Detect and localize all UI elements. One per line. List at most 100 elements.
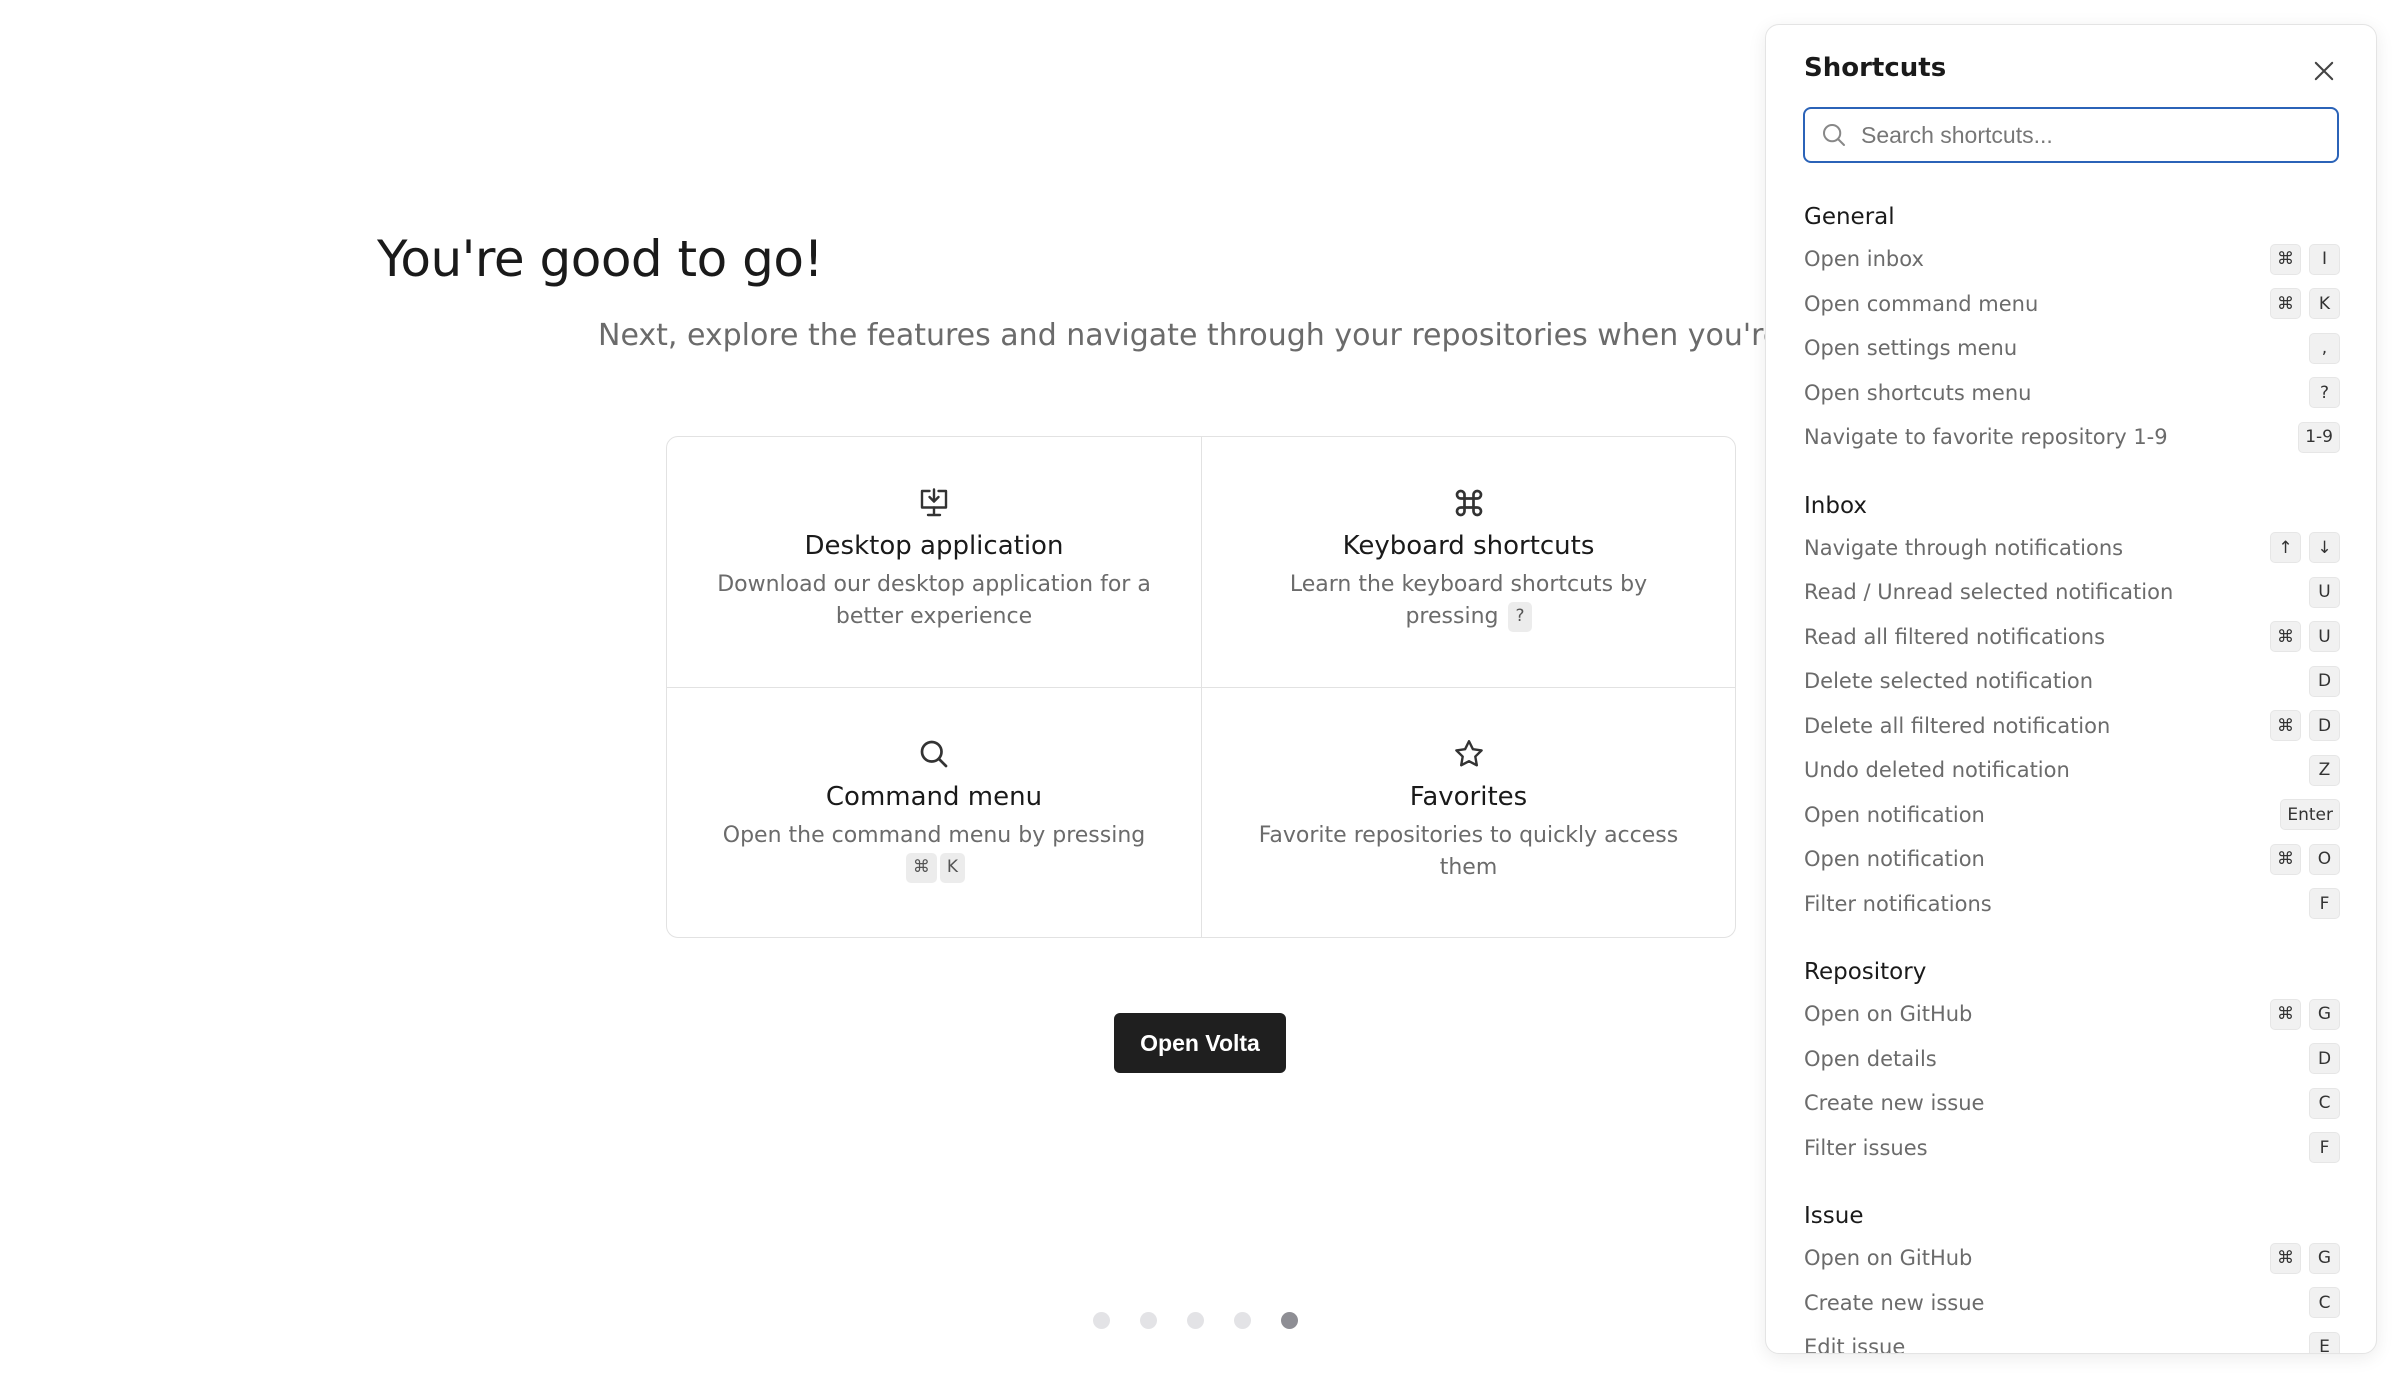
key-cap: ⌘ — [2270, 621, 2301, 653]
shortcut-label: Edit issue — [1804, 1335, 1906, 1354]
feature-card-desktop: Desktop application Download our desktop… — [667, 437, 1201, 687]
shortcut-group: Inbox Navigate through notifications ↑ ↓ Rea… — [1804, 486, 2340, 927]
feature-card-desc-text: Learn the keyboard shortcuts by pressing — [1289, 572, 1648, 629]
shortcut-row: Read all filtered notifications ⌘ U — [1804, 615, 2340, 660]
shortcut-group-title: Repository — [1804, 959, 1927, 985]
shortcut-row: Open on GitHub ⌘ G — [1804, 992, 2340, 1037]
search-icon — [1823, 124, 1845, 146]
kbd-k: K — [939, 853, 966, 883]
shortcut-label: Create new issue — [1804, 1091, 1985, 1116]
close-button[interactable] — [2310, 57, 2338, 85]
pagination-dot[interactable] — [1187, 1312, 1204, 1329]
page-subtitle: Next, explore the features and navigate … — [598, 318, 1768, 353]
key-cap: F — [2309, 888, 2340, 920]
pagination-dots — [1093, 1312, 1298, 1329]
feature-card-desc-text: Open the command menu by pressing — [722, 823, 1146, 848]
key-cap: , — [2309, 332, 2340, 364]
shortcut-row: Open settings menu, — [1804, 326, 2340, 371]
shortcut-keys: F — [2309, 1132, 2340, 1164]
feature-card-desc: Learn the keyboard shortcuts by pressing… — [1249, 569, 1689, 633]
key-cap: ↓ — [2309, 532, 2340, 564]
shortcut-label: Read / Unread selected notification — [1804, 580, 2174, 605]
key-cap: ⌘ — [2270, 243, 2301, 275]
shortcut-row: Create new issue C — [1804, 1081, 2340, 1126]
shortcut-keys: ⌘ I — [2270, 243, 2340, 275]
shortcut-keys: ⌘ K — [2270, 288, 2340, 320]
shortcut-label: Undo deleted notification — [1804, 758, 2070, 783]
search-icon — [916, 736, 952, 772]
feature-card-title: Favorites — [1409, 782, 1528, 812]
feature-card-desc: Open the command menu by pressing ⌘ K — [714, 820, 1154, 884]
shortcut-list: General Open inbox ⌘ I Open command menu ⌘ K Op… — [1804, 197, 2340, 1354]
shortcut-group: Repository Open on GitHub ⌘ G Open details D C… — [1804, 952, 2340, 1170]
shortcut-keys: ? — [2309, 377, 2340, 409]
shortcut-group: General Open inbox ⌘ I Open command menu ⌘ K Op… — [1804, 197, 2340, 460]
key-cap: U — [2309, 621, 2340, 653]
feature-card-desc: Favorite repositories to quickly access … — [1258, 823, 1679, 880]
shortcut-label: Delete selected notification — [1804, 669, 2094, 694]
shortcut-row: Create new issue C — [1804, 1281, 2340, 1326]
key-cap: Z — [2309, 754, 2340, 786]
shortcut-label: Open settings menu — [1804, 336, 2018, 361]
key-cap: C — [2309, 1087, 2340, 1119]
shortcut-keys: , — [2309, 332, 2340, 364]
key-cap: I — [2309, 243, 2340, 275]
pagination-dot[interactable] — [1234, 1312, 1251, 1329]
shortcut-row: Open details D — [1804, 1037, 2340, 1082]
open-volta-button[interactable]: Open Volta — [1114, 1013, 1286, 1073]
shortcut-keys: 1-9 — [2298, 421, 2340, 453]
key-cap: E — [2309, 1331, 2340, 1353]
key-cap: D — [2309, 1043, 2340, 1075]
feature-card-desc: Download our desktop application for a b… — [717, 572, 1151, 629]
key-cap: G — [2309, 1242, 2340, 1274]
shortcut-keys: E — [2309, 1331, 2340, 1353]
shortcut-group-title: Issue — [1804, 1203, 1864, 1229]
shortcut-label: Create new issue — [1804, 1290, 1985, 1315]
pagination-dot[interactable] — [1140, 1312, 1157, 1329]
key-cap: D — [2309, 665, 2340, 697]
feature-card-favorites: Favorites Favorite repositories to quick… — [1201, 687, 1735, 937]
shortcut-label: Open notification — [1804, 847, 1985, 872]
shortcut-row: Open on GitHub ⌘ G — [1804, 1236, 2340, 1281]
kbd-cmd: ⌘ — [905, 853, 937, 883]
shortcut-row: Navigate through notifications ↑ ↓ — [1804, 526, 2340, 571]
shortcut-row: Open notification Enter — [1804, 793, 2340, 838]
shortcut-label: Filter notifications — [1804, 891, 1992, 916]
shortcuts-panel: Shortcuts GeneralOpen inbox⌘IOpen comman… — [1765, 24, 2377, 1354]
shortcut-group-title: Inbox — [1804, 492, 1867, 519]
pagination-dot[interactable] — [1093, 1312, 1110, 1329]
pagination-dot-active[interactable] — [1281, 1312, 1298, 1329]
shortcut-group: Issue Open on GitHub ⌘ G Create new issue C Ed… — [1804, 1196, 2340, 1354]
shortcut-row: Open shortcuts menu? — [1804, 371, 2340, 416]
shortcut-row: Filter issues F — [1804, 1126, 2340, 1171]
shortcut-row: Undo deleted notification Z — [1804, 748, 2340, 793]
close-icon — [2314, 61, 2334, 81]
shortcut-keys: Enter — [2280, 799, 2340, 831]
shortcut-row: Filter notifications F — [1804, 882, 2340, 927]
shortcut-row: Read / Unread selected notification U — [1804, 570, 2340, 615]
shortcut-keys: D — [2309, 665, 2340, 697]
key-cap: Enter — [2280, 799, 2340, 831]
search-box[interactable] — [1803, 107, 2339, 163]
key-cap: O — [2309, 843, 2340, 875]
feature-card-command-menu: Command menu Open the command menu by pr… — [667, 687, 1201, 937]
shortcut-keys: F — [2309, 888, 2340, 920]
shortcut-label: Navigate to favorite repository 1-9 — [1804, 425, 2168, 450]
kbd-question: ? — [1508, 602, 1532, 632]
shortcut-row: Edit issue E — [1804, 1325, 2340, 1354]
feature-grid: Desktop application Download our desktop… — [666, 436, 1736, 938]
shortcut-label: Open on GitHub — [1804, 1002, 1973, 1027]
feature-card-shortcuts: Keyboard shortcuts Learn the keyboard sh… — [1201, 437, 1735, 687]
shortcut-keys: ⌘ O — [2270, 843, 2340, 875]
shortcut-label: Delete all filtered notification — [1804, 713, 2111, 738]
key-cap: ? — [2309, 377, 2340, 409]
shortcut-label: Open shortcuts menu — [1804, 380, 2032, 405]
panel-title: Shortcuts — [1804, 53, 1947, 83]
shortcut-label: Open details — [1804, 1046, 1937, 1071]
key-cap: D — [2309, 710, 2340, 742]
shortcut-keys: D — [2309, 1043, 2340, 1075]
search-input[interactable] — [1861, 121, 2321, 149]
shortcut-row: Delete selected notification D — [1804, 659, 2340, 704]
page-title: You're good to go! — [376, 230, 824, 288]
shortcut-keys: ↑ ↓ — [2270, 532, 2340, 564]
